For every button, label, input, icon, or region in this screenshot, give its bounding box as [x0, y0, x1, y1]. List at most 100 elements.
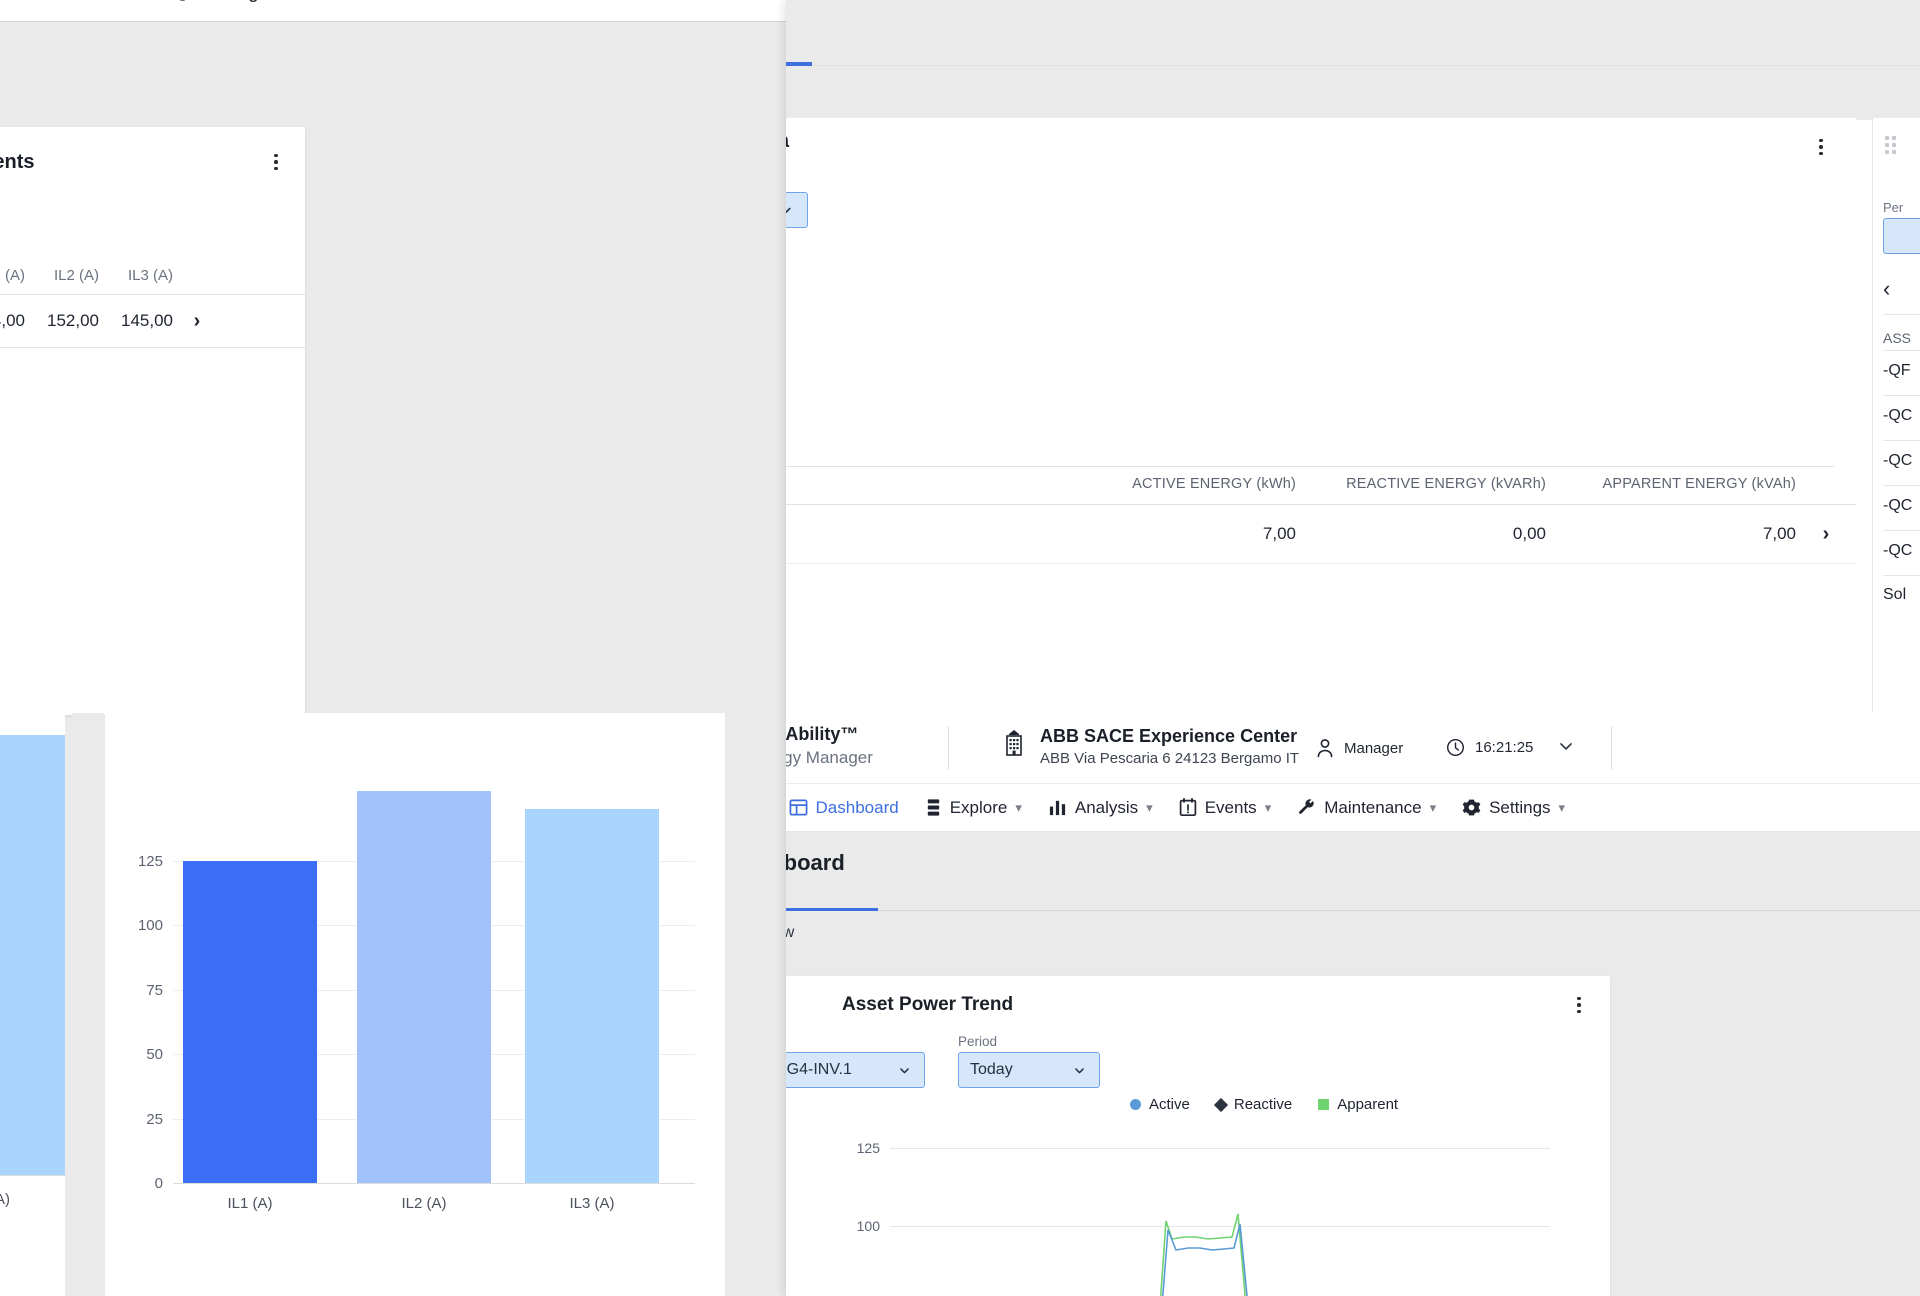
list-item[interactable]: -QC [1883, 407, 1912, 425]
rail-asset-header: ASS [1883, 330, 1912, 346]
screenshot-root: ...ts ▾ Maintenance ▾ Settings ▾ [0, 0, 1920, 1296]
divider [0, 347, 305, 348]
site-block[interactable]: ABB SACE Experience Center ABB Via Pesca… [1002, 726, 1299, 767]
card-title: ...me Currents [0, 151, 35, 173]
table-row[interactable]: .. 144,00 152,00 145,00 › [0, 295, 305, 347]
app-header: B Ability™ ergy Manager [786, 712, 1920, 784]
divider [1883, 395, 1920, 396]
kebab-menu-icon[interactable] [265, 149, 287, 175]
brand-name: B Ability™ [786, 724, 859, 744]
site-name: ABB SACE Experience Center [1040, 726, 1298, 746]
dashboard-tabs: Overview [786, 908, 1920, 958]
y-tick-label: 75 [146, 982, 163, 999]
divider [1883, 440, 1920, 441]
kebab-menu-icon[interactable] [1568, 992, 1590, 1018]
adjacent-bar-chart-clipped: A) [0, 713, 65, 1296]
nav-item-analysis[interactable]: Analysis ▾ [1035, 784, 1166, 831]
card-title: Asset Power Trend [842, 994, 1014, 1015]
user-role-label: Manager [1344, 739, 1404, 757]
panel-edge [725, 713, 790, 1296]
legend-label: Apparent [1337, 1096, 1399, 1113]
active-tab-underline [786, 908, 878, 911]
rail-period-select[interactable] [1883, 218, 1920, 254]
legend-label: Active [1149, 1096, 1190, 1113]
y-tick-label: 50 [146, 1046, 163, 1063]
asset-power-trend-card: Asset Power Trend et TR1 G4-INV.1 Period… [786, 976, 1610, 1296]
list-item[interactable]: Sol [1883, 586, 1906, 604]
period-select[interactable]: Today [958, 1052, 1100, 1088]
chevron-down-icon [1071, 1062, 1088, 1079]
dashboard-body: shboard Overview Asset Power Trend et TR… [786, 832, 1920, 1296]
chevron-down-icon [786, 201, 795, 219]
nav-item-explore[interactable]: Explore ▾ [912, 784, 1035, 831]
list-item[interactable]: -QC [1883, 497, 1912, 515]
background-window: ...ts ▾ Maintenance ▾ Settings ▾ [0, 0, 790, 1296]
legend-marker-square [1318, 1099, 1330, 1110]
chevron-down-icon: ▾ [1558, 799, 1566, 815]
currents-bar-chart: 125 100 75 50 25 0 IL1 (A) IL2 (A) IL3 (… [105, 713, 725, 1296]
y-tick-label: 25 [146, 1111, 163, 1128]
wrench-icon [1297, 798, 1316, 817]
page-title: shboard [786, 850, 845, 875]
divider [786, 910, 1920, 911]
series-active [1161, 1223, 1248, 1296]
series-apparent [1159, 1213, 1246, 1296]
nav-item-dashboard[interactable]: Dashboard [786, 784, 912, 831]
active-tab-indicator [786, 62, 812, 66]
legend-item-active[interactable]: Active [1130, 1096, 1190, 1113]
explore-icon [925, 798, 942, 817]
legend-item-reactive[interactable]: Reactive [1213, 1096, 1292, 1113]
nav-label: Analysis [1074, 797, 1139, 817]
divider [1883, 314, 1920, 315]
background-nav-item-settings[interactable]: Settings ▾ [174, 0, 282, 4]
chevron-down-icon: ▾ [1146, 799, 1153, 815]
list-item[interactable]: -QC [1883, 452, 1912, 470]
trend-lines [1159, 1213, 1248, 1296]
currents-table: IL1 (A) IL2 (A) IL3 (A) .. 144,00 152,00… [0, 267, 305, 348]
list-item[interactable]: -QC [1883, 542, 1912, 560]
divider [948, 726, 949, 770]
energy-table: ACTIVE ENERGY (kWh) REACTIVE ENERGY (kVA… [786, 476, 1856, 564]
chevron-down-icon [896, 1062, 913, 1079]
nav-item-settings[interactable]: Settings ▾ [1449, 784, 1578, 831]
drag-handle-icon[interactable] [1885, 136, 1901, 156]
gear-icon [174, 0, 191, 2]
kebab-menu-icon[interactable] [1810, 134, 1832, 160]
dashboard-icon [789, 798, 808, 817]
currents-filter-row [0, 215, 90, 259]
energy-period-select[interactable] [786, 192, 808, 228]
energy-table-header: ACTIVE ENERGY (kWh) REACTIVE ENERGY (kVA… [1132, 476, 1796, 492]
bar-il1 [183, 861, 317, 1183]
list-item[interactable]: -QF [1883, 362, 1911, 380]
x-tick-label: IL2 (A) [401, 1195, 447, 1212]
y-tick-label: 100 [137, 917, 163, 934]
chevron-down-icon[interactable] [1556, 736, 1576, 756]
legend-item-apparent[interactable]: Apparent [1318, 1096, 1398, 1113]
period-field: Period Today [958, 1034, 1100, 1088]
y-tick-label: 125 [137, 853, 163, 870]
divider [1883, 575, 1920, 576]
nav-label: Events [1204, 797, 1257, 817]
user-role-block[interactable]: Manager [1316, 738, 1403, 758]
row-expand-icon[interactable]: › [1796, 523, 1856, 546]
realtime-currents-card: ...me Currents IL1 (A) IL2 (A) IL3 (A) .… [0, 127, 305, 715]
bar-chart-plot: 125 100 75 50 25 0 IL1 (A) IL2 (A) IL3 (… [105, 713, 725, 1296]
divider [1611, 726, 1612, 770]
brand-block: B Ability™ ergy Manager [786, 724, 873, 768]
bar-il2 [357, 791, 491, 1183]
background-nav-item-maintenance[interactable]: Maintenance ▾ [1, 0, 149, 4]
asset-select[interactable]: TR1 G4-INV.1 [786, 1052, 925, 1088]
back-chevron-icon[interactable]: ‹ [1883, 276, 1890, 302]
gear-icon [1462, 798, 1481, 817]
table-row[interactable]: 7,00 0,00 7,00 › [786, 505, 1856, 563]
product-name: ergy Manager [786, 748, 873, 767]
x-tick-label: IL1 (A) [227, 1195, 273, 1212]
nav-label: Explore [949, 797, 1008, 817]
row-expand-icon[interactable]: › [173, 310, 221, 333]
background-nav-bar: ...ts ▾ Maintenance ▾ Settings ▾ [0, 0, 790, 22]
nav-item-events[interactable]: Events ▾ [1166, 784, 1285, 831]
tab-overview[interactable]: Overview [786, 924, 872, 942]
person-icon [1316, 738, 1334, 758]
card-title: a [786, 130, 789, 153]
nav-item-maintenance[interactable]: Maintenance ▾ [1284, 784, 1449, 831]
